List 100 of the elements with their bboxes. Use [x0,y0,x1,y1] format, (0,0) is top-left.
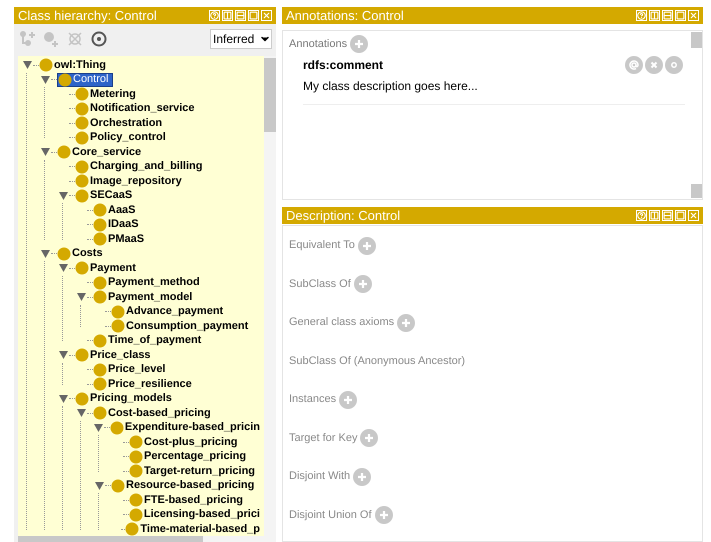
expanded-arrow-icon[interactable] [22,61,32,70]
expanded-arrow-icon[interactable] [58,394,68,403]
add-button[interactable] [358,236,376,254]
at-sign-button[interactable] [625,56,643,74]
expanded-arrow-icon[interactable] [40,76,50,84]
class-icon [58,72,72,87]
panel-title: Annotations: Control [286,9,405,22]
tree-item[interactable]: Price_class [75,348,155,362]
section-label: SubClass Of [289,276,351,292]
tree-item[interactable]: Notification_service [75,102,199,116]
circle-icon [669,60,679,70]
tree-item[interactable]: Cost-plus_pricing [129,435,242,450]
expanded-arrow-icon[interactable] [76,409,86,418]
tree-item[interactable]: Payment_method [93,276,204,290]
tree-item[interactable]: Target-return_pricing [129,464,260,478]
expanded-arrow-icon[interactable] [58,192,68,200]
section-label: General class axioms [289,315,394,330]
tree-item[interactable]: Pricing_models [75,392,176,406]
close-button[interactable] [645,56,663,74]
section-label: Instances [289,392,336,408]
tree-item[interactable]: owl:Thing [39,58,110,72]
add-button[interactable] [360,429,378,447]
help-icon[interactable] [209,10,220,21]
reasoner-dropdown[interactable]: Inferred [210,29,272,49]
tree-item[interactable]: Image_repository [75,174,186,188]
class-icon [75,188,89,203]
class-icon [129,493,143,508]
tree-item[interactable]: Price_level [93,362,170,377]
add-button[interactable] [354,275,372,293]
class-icon [111,319,125,334]
plus-icon [378,510,389,520]
tree-item[interactable]: Consumption_payment [111,319,252,334]
class-icon [129,435,143,450]
expanded-arrow-icon[interactable] [40,148,50,156]
tree-item[interactable]: Charging_and_billing [75,160,206,174]
add-button[interactable] [374,506,393,524]
tree-item[interactable]: Costs [57,246,107,261]
expanded-arrow-icon[interactable] [58,264,68,272]
class-icon [75,87,89,102]
split-horizontal-icon[interactable] [235,10,246,21]
add-button[interactable] [353,468,372,486]
vertical-scrollbar[interactable] [691,31,702,199]
tree-item[interactable]: Time-material-based_p [125,522,264,536]
split-vertical-icon[interactable] [649,10,660,21]
add-button[interactable] [397,314,416,332]
class-icon [39,58,53,72]
help-icon[interactable] [636,210,647,221]
plus-icon [401,318,412,328]
class-icon [75,102,89,116]
maximize-icon[interactable] [675,210,686,221]
tree-item[interactable]: Orchestration [75,116,166,130]
class-icon [57,246,71,261]
class-icon [93,290,107,304]
close-icon[interactable] [261,10,272,21]
class-icon [93,203,107,218]
expanded-arrow-icon[interactable] [94,424,104,432]
class-icon [111,478,125,493]
tree-item[interactable]: Payment [75,261,140,276]
circle-button[interactable] [665,56,683,74]
tree-item[interactable]: Payment_model [93,290,196,304]
section-label: SubClass Of (Anonymous Ancestor) [289,354,466,369]
split-horizontal-icon[interactable] [662,10,673,21]
maximize-icon[interactable] [675,10,686,21]
maximize-icon[interactable] [248,10,259,21]
expanded-arrow-icon[interactable] [58,351,68,360]
expanded-arrow-icon[interactable] [94,482,104,490]
tree-item[interactable]: PMaaS [93,232,148,246]
tree-item[interactable]: Expenditure-based_pricin [110,420,264,435]
split-vertical-icon[interactable] [222,10,233,21]
tree-item[interactable]: Metering [75,87,140,102]
tree-item[interactable]: Price_resilience [93,377,196,392]
tree-item[interactable]: Resource-based_pricing [111,478,258,493]
close-icon[interactable] [688,10,699,21]
split-horizontal-icon[interactable] [662,210,673,221]
split-vertical-icon[interactable] [649,210,660,221]
add-button[interactable] [339,390,358,408]
tree-item[interactable]: Licensing-based_prici [128,508,264,522]
class-icon [93,362,107,377]
tree-item[interactable]: IDaaS [93,218,143,232]
tree-item[interactable]: Time_of_payment [93,334,206,348]
close-icon[interactable] [688,210,699,221]
expanded-arrow-icon[interactable] [40,250,50,258]
tree-item[interactable]: AaaS [93,203,140,218]
class-icon [93,232,107,246]
add-annotation-button[interactable] [350,35,368,53]
plus-icon [358,279,368,289]
class-icon [128,508,143,522]
target-button[interactable] [90,30,108,48]
tree-item[interactable]: Percentage_pricing [129,450,250,464]
tree-item[interactable]: Advance_payment [111,304,228,319]
tree-item[interactable]: Cost-based_pricing [93,406,215,420]
tree-item[interactable]: Control [57,72,114,87]
expanded-arrow-icon[interactable] [76,293,86,302]
tree-item[interactable]: FTE-based_pricing [129,493,248,508]
tree-item[interactable]: SECaaS [75,188,136,203]
tree-item[interactable]: Core_service [57,145,146,160]
help-icon[interactable] [636,10,647,21]
class-icon [93,276,107,290]
class-icon [125,522,140,536]
tree-item[interactable]: Policy_control [75,130,170,145]
